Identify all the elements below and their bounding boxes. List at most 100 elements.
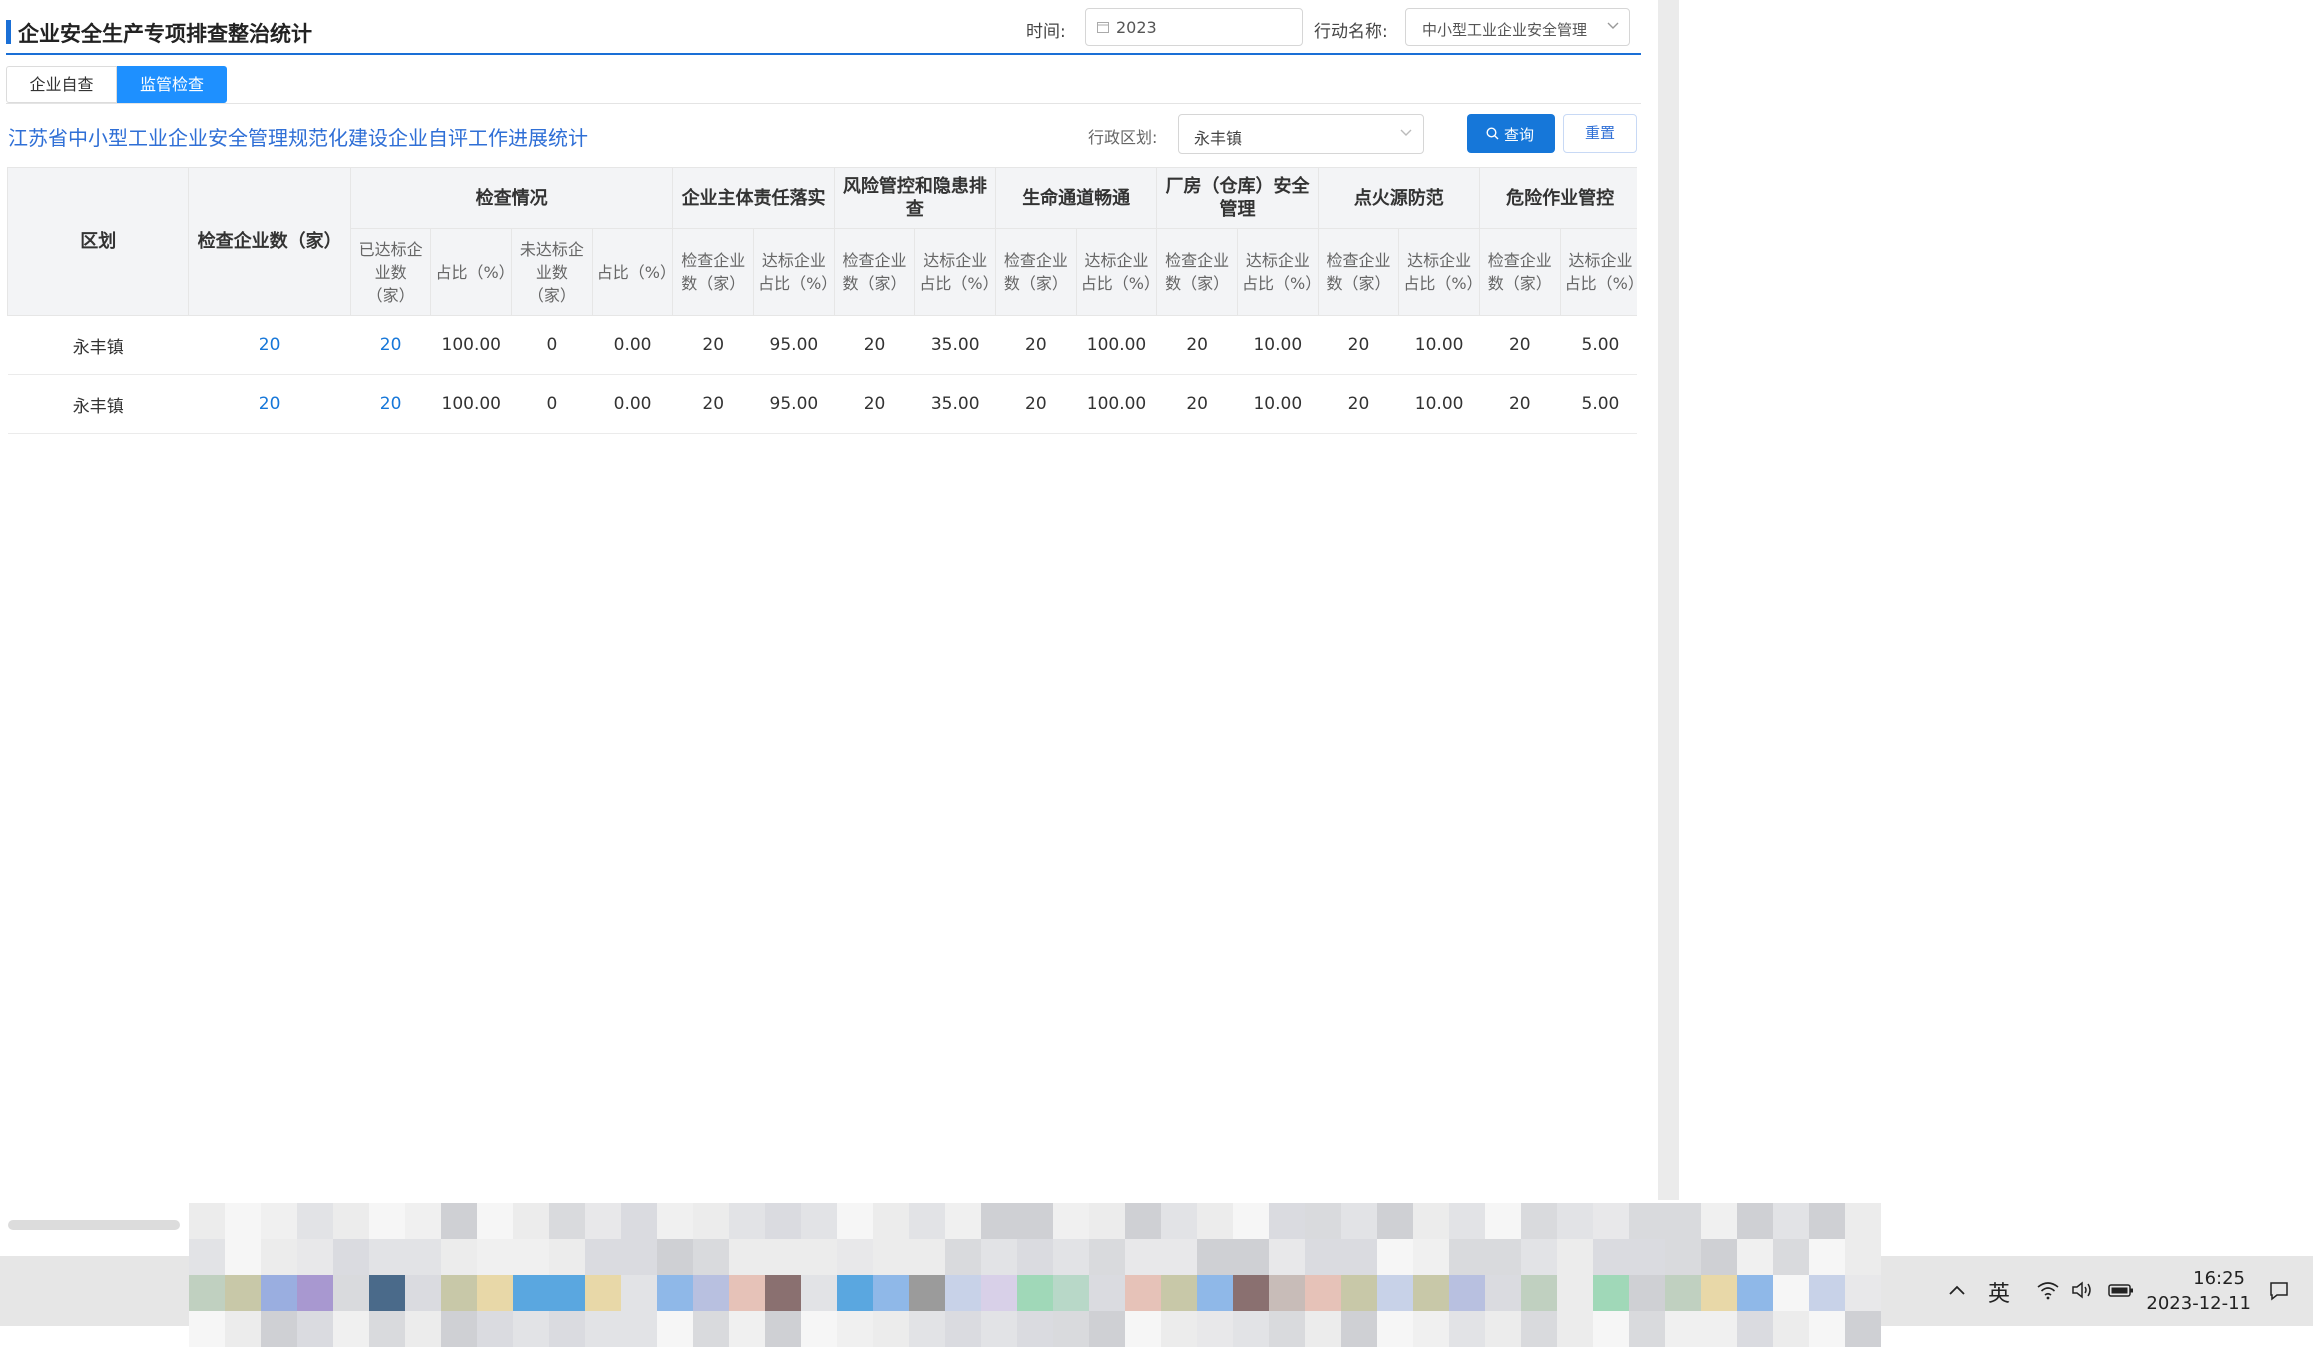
table-cell: 35.00 bbox=[914, 374, 996, 434]
volume-icon[interactable] bbox=[2071, 1281, 2093, 1299]
ime-indicator[interactable]: 英 bbox=[1988, 1276, 2010, 1308]
column-sub-header: 占比（%） bbox=[430, 228, 513, 316]
query-button[interactable]: 查询 bbox=[1467, 114, 1555, 153]
mosaic-block bbox=[1017, 1275, 1053, 1311]
mosaic-block bbox=[1161, 1239, 1197, 1275]
action-name-select[interactable]: 中小型工业企业安全管理 bbox=[1405, 8, 1630, 46]
reset-button[interactable]: 重置 bbox=[1563, 114, 1637, 153]
battery-icon[interactable] bbox=[2108, 1282, 2134, 1298]
mosaic-block bbox=[1197, 1239, 1233, 1275]
mosaic-block bbox=[1269, 1239, 1305, 1275]
table-cell: 0.00 bbox=[592, 374, 673, 434]
mosaic-block bbox=[1485, 1311, 1521, 1347]
mosaic-block bbox=[225, 1311, 261, 1347]
column-sub-header: 达标企业占比（%） bbox=[1075, 228, 1158, 316]
page-header: 企业安全生产专项排查整治统计 时间: 2023 行动名称: 中小型工业企业安全管… bbox=[0, 0, 1641, 56]
column-sub-header: 达标企业占比（%） bbox=[1398, 228, 1480, 316]
table-cell: 10.00 bbox=[1237, 374, 1319, 434]
mosaic-block bbox=[549, 1275, 585, 1311]
mosaic-block bbox=[1197, 1203, 1233, 1239]
vertical-scrollbar[interactable] bbox=[1658, 0, 1679, 1200]
mosaic-block bbox=[657, 1203, 693, 1239]
mosaic-block bbox=[1377, 1239, 1413, 1275]
year-picker[interactable]: 2023 bbox=[1085, 8, 1303, 46]
district-select[interactable]: 永丰镇 bbox=[1178, 114, 1424, 154]
mosaic-block bbox=[1521, 1239, 1557, 1275]
chevron-up-icon[interactable] bbox=[1948, 1284, 1966, 1296]
mosaic-block bbox=[1413, 1239, 1449, 1275]
mosaic-block bbox=[1737, 1275, 1773, 1311]
mosaic-block bbox=[1305, 1239, 1341, 1275]
mosaic-block bbox=[1449, 1275, 1485, 1311]
calendar-icon bbox=[1097, 22, 1109, 33]
mosaic-block bbox=[729, 1239, 765, 1275]
table-cell: 20 bbox=[995, 374, 1077, 434]
mosaic-block bbox=[1197, 1275, 1233, 1311]
statistics-table: 区划 检查企业数（家） 检查情况 企业主体责任落实 风险管控和隐患排查 生命通道畅通 厂房（… bbox=[7, 167, 1637, 435]
mosaic-block bbox=[585, 1311, 621, 1347]
mosaic-block bbox=[1125, 1311, 1161, 1347]
mosaic-block bbox=[189, 1239, 225, 1275]
mosaic-block bbox=[441, 1239, 477, 1275]
mosaic-block bbox=[1593, 1203, 1629, 1239]
mosaic-block bbox=[1449, 1311, 1485, 1347]
column-sub-header: 未达标企业数（家） bbox=[511, 228, 593, 316]
mosaic-block bbox=[1557, 1275, 1593, 1311]
column-sub-header: 检查企业数（家） bbox=[833, 228, 916, 316]
mosaic-block bbox=[1413, 1311, 1449, 1347]
table-cell: 10.00 bbox=[1398, 374, 1480, 434]
mosaic-block bbox=[837, 1275, 873, 1311]
column-sub-header: 检查企业数（家） bbox=[672, 228, 755, 316]
table-cell-link[interactable]: 20 bbox=[188, 315, 351, 375]
mosaic-block bbox=[1737, 1311, 1773, 1347]
mosaic-block bbox=[513, 1239, 549, 1275]
tab-supervision-inspection[interactable]: 监管检查 bbox=[117, 66, 227, 103]
table-cell-link[interactable]: 20 bbox=[350, 374, 431, 434]
wifi-icon[interactable] bbox=[2036, 1280, 2060, 1300]
clock-time[interactable]: 16:25 bbox=[2193, 1268, 2245, 1289]
mosaic-block bbox=[1809, 1239, 1845, 1275]
table-cell: 20 bbox=[1318, 315, 1399, 375]
table-cell: 95.00 bbox=[753, 315, 835, 375]
mosaic-block bbox=[1773, 1311, 1809, 1347]
mosaic-block bbox=[1701, 1311, 1737, 1347]
table-cell: 10.00 bbox=[1398, 315, 1480, 375]
column-group-header: 厂房（仓库）安全管理 bbox=[1156, 167, 1319, 229]
mosaic-block bbox=[1845, 1239, 1881, 1275]
mosaic-block bbox=[189, 1311, 225, 1347]
mosaic-block bbox=[1269, 1203, 1305, 1239]
mosaic-block bbox=[1377, 1275, 1413, 1311]
mosaic-block bbox=[585, 1275, 621, 1311]
mosaic-block bbox=[945, 1239, 981, 1275]
mosaic-block bbox=[1341, 1239, 1377, 1275]
tab-self-inspection[interactable]: 企业自查 bbox=[6, 66, 117, 103]
mosaic-block bbox=[1341, 1275, 1377, 1311]
table-cell: 5.00 bbox=[1560, 315, 1637, 375]
mosaic-block bbox=[585, 1203, 621, 1239]
header-divider bbox=[6, 53, 1641, 55]
table-cell-link[interactable]: 20 bbox=[350, 315, 431, 375]
mosaic-block bbox=[477, 1311, 513, 1347]
mosaic-block bbox=[621, 1239, 657, 1275]
mosaic-block bbox=[477, 1239, 513, 1275]
mosaic-block bbox=[1485, 1239, 1521, 1275]
year-value: 2023 bbox=[1116, 18, 1157, 37]
table-cell: 0 bbox=[511, 374, 593, 434]
mosaic-block bbox=[189, 1203, 225, 1239]
mosaic-block bbox=[1809, 1203, 1845, 1239]
mosaic-block bbox=[1485, 1203, 1521, 1239]
mosaic-block bbox=[873, 1311, 909, 1347]
mosaic-block bbox=[1305, 1311, 1341, 1347]
table-cell-link[interactable]: 20 bbox=[188, 374, 351, 434]
mosaic-block bbox=[729, 1311, 765, 1347]
clock-date[interactable]: 2023-12-11 bbox=[2146, 1293, 2251, 1314]
table-cell: 20 bbox=[672, 315, 754, 375]
mosaic-block bbox=[1053, 1239, 1089, 1275]
notification-icon[interactable] bbox=[2268, 1280, 2290, 1302]
mosaic-block bbox=[1485, 1275, 1521, 1311]
mosaic-block bbox=[369, 1203, 405, 1239]
column-group-header: 风险管控和隐患排查 bbox=[833, 167, 997, 229]
page-title: 企业安全生产专项排查整治统计 bbox=[18, 22, 312, 46]
horizontal-scrollbar[interactable] bbox=[8, 1220, 180, 1230]
column-sub-header: 检查企业数（家） bbox=[995, 228, 1077, 316]
